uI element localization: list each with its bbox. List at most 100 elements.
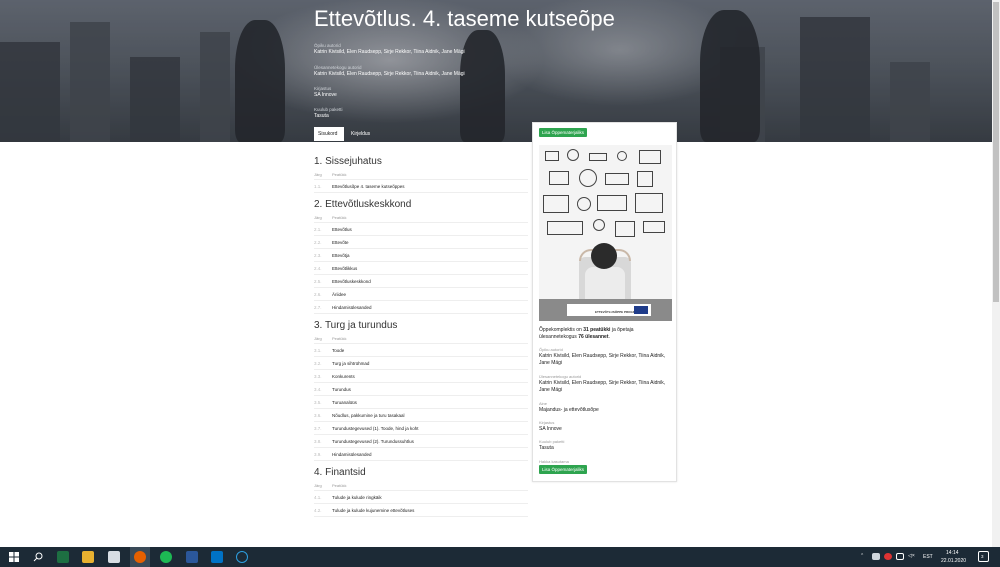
section-title[interactable]: 3. Turg ja turundus [314,320,528,334]
chapter-link[interactable]: Ettevõtlikkus [332,266,357,271]
tab-sisukord[interactable]: Sisukord [314,127,344,141]
toc-row[interactable]: 2.4. Ettevõtlikkus [314,262,528,275]
toc-row[interactable]: 4.1. Tulude ja kulude ringkäik [314,491,528,504]
file-explorer-icon[interactable] [82,551,94,563]
chapter-link[interactable]: Konkurents [332,374,355,379]
section-title[interactable]: 2. Ettevõtluskeskkond [314,199,528,213]
card-publisher: SA Innove [539,426,562,432]
toc-row[interactable]: 3.6. Nõudlus, pakkumine ja turu tasakaal [314,409,528,422]
chapter-number: 1.1. [314,183,322,189]
tray-app-icon[interactable] [872,553,880,560]
mail-icon[interactable] [108,551,120,563]
chapter-link[interactable]: Hindamisülesanded [332,452,372,457]
publisher-label: Kirjastus [314,86,332,91]
chapter-link[interactable]: Turuanalüüs [332,400,357,405]
card-authors: Katrin Kivisild, Elen Raudsepp, Sirje Re… [539,353,666,366]
toc-row[interactable]: 2.1. Ettevõtlus [314,223,528,236]
chapter-link[interactable]: Ettevõtlusõpe 4. taseme kutseõppes [332,184,405,189]
toc-row[interactable]: 2.7. Hindamisülesanded [314,301,528,314]
page-scrollbar[interactable] [992,0,1000,547]
chapter-link[interactable]: Ettevõtluskeskkond [332,279,371,284]
toc-row[interactable]: 4.2. Tulude ja kulude kujunemine ettevõtl… [314,504,528,517]
spotify-icon[interactable] [160,551,172,563]
chapter-number: 4.2. [314,507,322,513]
tray-chevron-icon[interactable]: ⌃ [860,553,864,559]
col-order-header: Järg [314,336,322,341]
clock-time[interactable]: 14:14 [946,550,959,556]
toc-row[interactable]: 3.3. Konkurents [314,370,528,383]
toc-column-header: Järg Peatükk [314,481,528,491]
toc-column-header: Järg Peatükk [314,170,528,180]
eu-flag-icon [634,306,648,314]
word-icon[interactable] [186,551,198,563]
toc-row[interactable]: 1.1. Ettevõtlusõpe 4. taseme kutseõppes [314,180,528,193]
package-value: Tasuta [314,113,329,119]
toc-row[interactable]: 3.1. Toode [314,344,528,357]
chapter-link[interactable]: Nõudlus, pakkumine ja turu tasakaal [332,413,405,418]
cover-image[interactable]: ETTEVÕTLUSÕPPE PROGRAMM [539,145,672,321]
card-authors-label: Õpiku autorid [539,347,563,352]
hero-banner: Ettevõtlus. 4. taseme kutseõpe Õpiku aut… [0,0,992,142]
card-subject-label: Aine [539,401,548,406]
chapter-link[interactable]: Äriidee [332,292,346,297]
chapter-number: 3.5. [314,399,322,405]
table-of-contents: 1. Sissejuhatus Järg Peatükk 1.1. Ettevõtlus… [314,150,528,517]
toc-row[interactable]: 2.2. Ettevõte [314,236,528,249]
page-title: Ettevõtlus. 4. taseme kutseõpe [314,6,615,31]
chapter-link[interactable]: Tulude ja kulude kujunemine ettevõtluses [332,508,414,513]
chapter-link[interactable]: Ettevõte [332,240,349,245]
firefox-icon[interactable] [134,551,146,563]
edge-icon[interactable] [236,551,248,563]
task-authors-value: Katrin Kivisild, Elen Raudsepp, Sirje Re… [314,71,465,77]
section-title[interactable]: 1. Sissejuhatus [314,156,528,170]
chapter-link[interactable]: Toode [332,348,344,353]
chapter-link[interactable]: Turundustegevused (2). Turundussuhtlus [332,439,414,444]
chapter-link[interactable]: Ettevõtja [332,253,350,258]
chapter-number: 2.2. [314,239,322,245]
col-chapter-header: Peatükk [332,172,347,177]
col-chapter-header: Peatükk [332,336,347,341]
card-package: Tasuta [539,445,554,451]
chapter-number: 3.3. [314,373,322,379]
start-using-button[interactable]: Lisa Õppematerjaliks [539,465,588,474]
tray-security-icon[interactable] [884,553,892,560]
card-package-label: Kuulub paketti [539,439,565,444]
excel-icon[interactable] [57,551,69,563]
volume-icon[interactable]: ◁× [908,553,915,559]
toc-row[interactable]: 3.9. Hindamisülesanded [314,448,528,461]
chapter-link[interactable]: Hindamisülesanded [332,305,372,310]
network-icon[interactable] [896,553,904,560]
chapter-link[interactable]: Ettevõtlus [332,227,352,232]
chapter-number: 3.1. [314,347,322,353]
toc-row[interactable]: 3.7. Turundustegevused (1). Toode, hind j… [314,422,528,435]
toc-row[interactable]: 2.5. Ettevõtluskeskkond [314,275,528,288]
authors-label: Õpiku autorid [314,43,341,48]
chapter-number: 2.5. [314,278,322,284]
toc-row[interactable]: 3.8. Turundustegevused (2). Turundussuhtl… [314,435,528,448]
col-order-header: Järg [314,483,322,488]
search-icon[interactable] [33,552,43,562]
windows-start-icon[interactable] [9,552,19,562]
material-card: Lisa Õppematerjaliks ETTEVÕTLUSÕPPE PROG… [532,122,677,482]
chapter-link[interactable]: Turg ja sihtrühmad [332,361,369,366]
toc-row[interactable]: 2.6. Äriidee [314,288,528,301]
toc-row[interactable]: 3.5. Turuanalüüs [314,396,528,409]
add-material-button[interactable]: Lisa Õppematerjaliks [539,128,588,137]
toc-row[interactable]: 3.2. Turg ja sihtrühmad [314,357,528,370]
toc-column-header: Järg Peatükk [314,213,528,223]
section-title[interactable]: 4. Finantsid [314,467,528,481]
chapter-number: 3.6. [314,412,322,418]
toc-row[interactable]: 3.4. Turundus [314,383,528,396]
chapter-link[interactable]: Tulude ja kulude ringkäik [332,495,382,500]
toc-row[interactable]: 2.3. Ettevõtja [314,249,528,262]
tab-kirjeldus[interactable]: Kirjeldus [347,127,374,141]
chapter-number: 2.6. [314,291,322,297]
windows-taskbar: ⌃ ◁× EST 14:14 22.01.2020 3 [0,547,1000,567]
outlook-icon[interactable] [211,551,223,563]
clock-date[interactable]: 22.01.2020 [941,558,966,564]
chapter-link[interactable]: Turundustegevused (1). Toode, hind ja ko… [332,426,419,431]
chapter-number: 2.1. [314,226,322,232]
scroll-thumb[interactable] [993,2,999,302]
language-indicator[interactable]: EST [923,554,933,560]
chapter-link[interactable]: Turundus [332,387,351,392]
